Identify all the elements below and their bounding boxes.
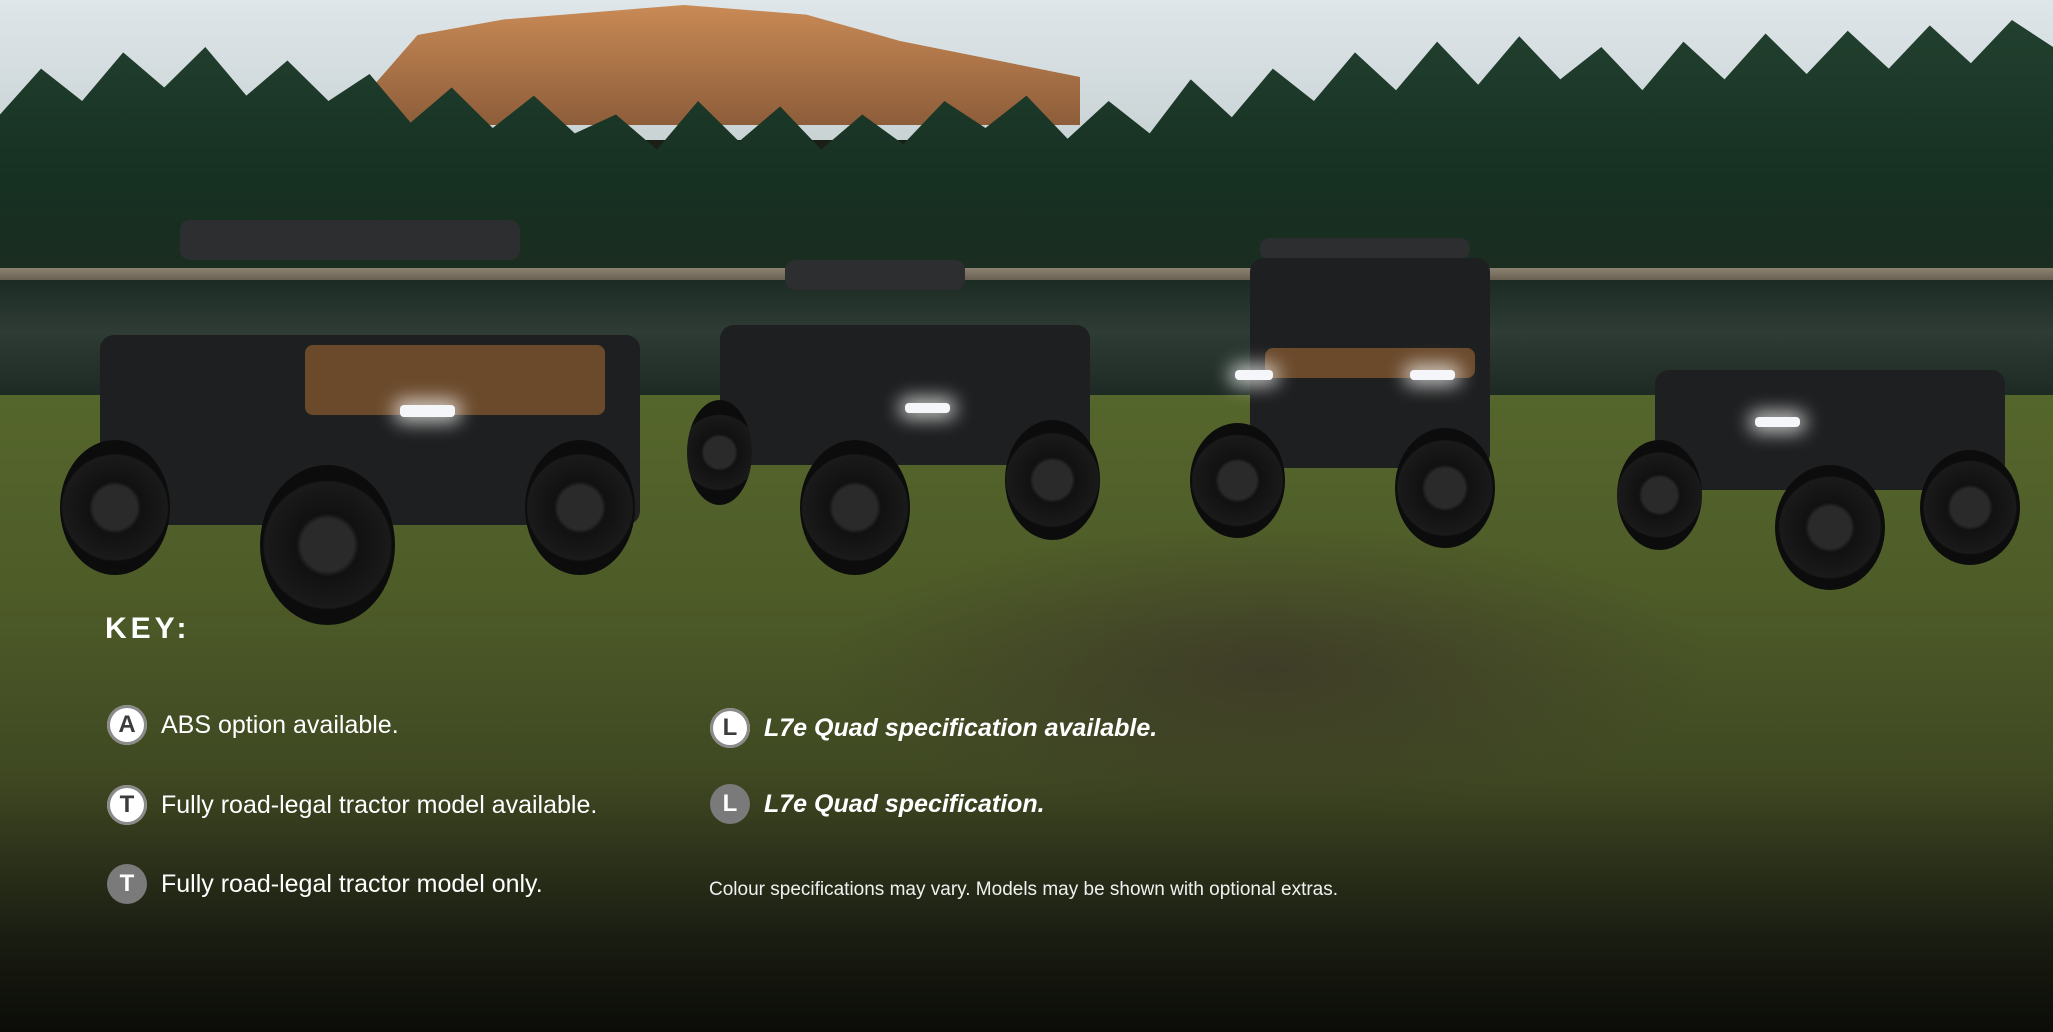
- key-item-tractor-only: T Fully road-legal tractor model only.: [107, 864, 543, 904]
- tractor-only-badge-icon: T: [107, 864, 147, 904]
- key-item-label: Fully road-legal tractor model only.: [161, 869, 543, 898]
- l7e-badge-icon: L: [710, 708, 750, 748]
- key-item-l7e-available: L L7e Quad specification available.: [710, 708, 1157, 748]
- side-by-side-utv: [55, 215, 675, 635]
- key-item-tractor-available: T Fully road-legal tractor model availab…: [107, 785, 597, 825]
- cab-utv: [1190, 238, 1530, 548]
- abs-badge-icon: A: [107, 705, 147, 745]
- key-item-label: L7e Quad specification.: [764, 789, 1045, 818]
- key-item-l7e-only: L L7e Quad specification.: [710, 784, 1045, 824]
- quad-atv: [1615, 335, 2025, 595]
- key-item-label: ABS option available.: [161, 710, 399, 739]
- disclaimer-note: Colour specifications may vary. Models m…: [709, 879, 1339, 900]
- key-item-abs: A ABS option available.: [107, 705, 399, 745]
- l7e-only-badge-icon: L: [710, 784, 750, 824]
- key-item-label: Fully road-legal tractor model available…: [161, 790, 598, 819]
- key-item-label: L7e Quad specification available.: [764, 713, 1158, 742]
- tractor-badge-icon: T: [107, 785, 147, 825]
- key-title: KEY:: [105, 612, 191, 645]
- sport-side-by-side: [685, 255, 1115, 575]
